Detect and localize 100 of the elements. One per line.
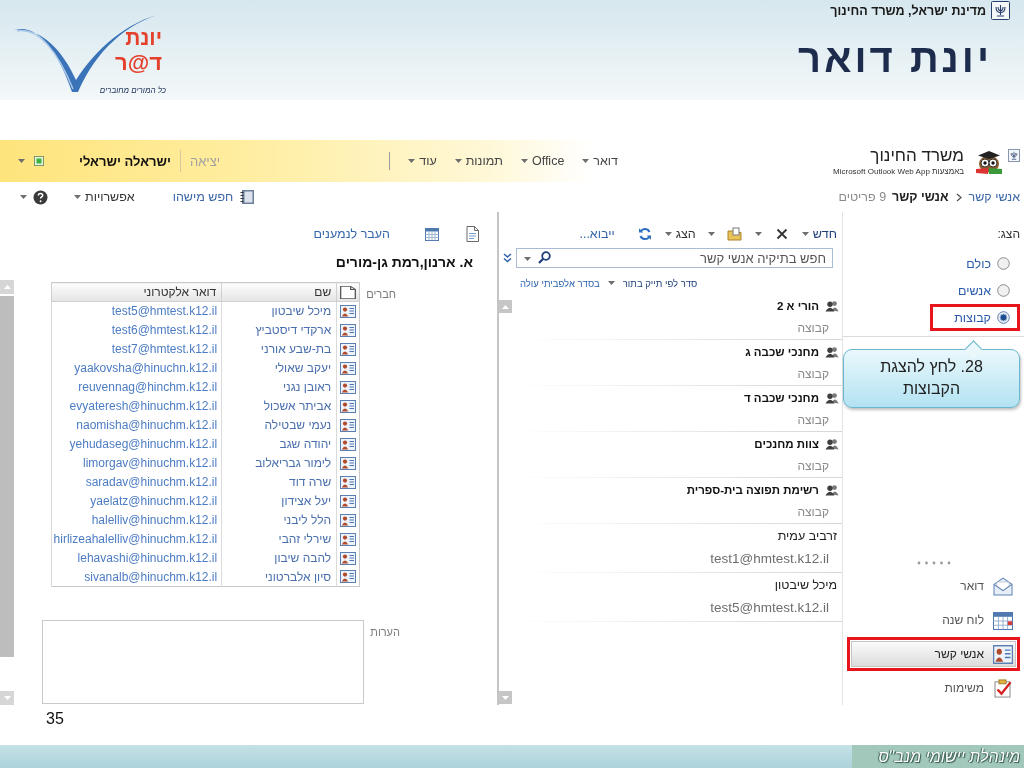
contact-email: test5@hmtest.k12.il — [710, 599, 829, 617]
emblem-icon — [1008, 148, 1020, 162]
search-field[interactable]: חפש בתיקיה אנשי קשר — [516, 248, 833, 268]
contact-card-icon — [993, 644, 1013, 664]
contact-card-icon — [340, 513, 357, 527]
double-chevron-icon — [503, 253, 512, 263]
member-email-link[interactable]: yaelatz@hinuchm.k12.il — [51, 491, 222, 511]
group-name[interactable]: צוות מחנכים — [754, 438, 819, 450]
radio-label[interactable]: כולם — [966, 256, 991, 271]
member-email-link[interactable]: yehudaseg@hinuchm.k12.il — [51, 434, 222, 454]
member-email-link[interactable]: test6@hmtest.k12.il — [51, 320, 222, 340]
member-name-link[interactable]: שרה דוד — [221, 472, 337, 492]
radio-label[interactable]: קבוצות — [954, 310, 991, 325]
contact-card-icon — [340, 456, 357, 470]
emblem-icon — [991, 1, 1010, 20]
status-icon — [34, 156, 44, 166]
module-button[interactable]: אנשי קשר — [851, 641, 1016, 667]
scrollbar-thumb[interactable] — [0, 296, 14, 657]
help-menu-button[interactable] — [20, 189, 48, 205]
member-name-link[interactable]: ארקדי דיסטביץ — [221, 320, 337, 340]
member-email-link[interactable]: test5@hmtest.k12.il — [51, 301, 222, 321]
group-name[interactable]: רשימת תפוצה בית-ספרית — [686, 484, 819, 496]
member-name-link[interactable]: מיכל שיבטון — [221, 301, 337, 321]
member-name-link[interactable]: אביתר אשכול — [221, 396, 337, 416]
member-name-link[interactable]: נעמי שבטילה — [221, 415, 337, 435]
document-button[interactable] — [464, 226, 480, 242]
member-email-link[interactable]: halelliv@hinuchm.k12.il — [51, 510, 222, 530]
group-name[interactable]: מחנכי שכבה ג — [745, 346, 819, 358]
view-button[interactable]: הצג — [664, 227, 696, 241]
contact-name[interactable]: זרביב עמית — [777, 529, 837, 543]
product-name: באמצעות Microsoft Outlook Web App — [833, 166, 964, 177]
search-icon — [538, 251, 551, 264]
delete-menu-button[interactable] — [754, 232, 762, 236]
member-name-link[interactable]: בת-שבע אורני — [221, 339, 337, 359]
column-header[interactable]: דואר אלקטרוני — [51, 282, 222, 302]
radio-button[interactable] — [997, 257, 1010, 270]
member-email-link[interactable]: evyateresh@hinuchm.k12.il — [51, 396, 222, 416]
send-to-recipients-link[interactable]: העבר לנמענים — [313, 227, 390, 241]
radio-button[interactable] — [997, 311, 1010, 324]
options-menu[interactable]: אפשרויות — [74, 190, 135, 204]
nav-menu[interactable]: Office — [520, 154, 565, 168]
sort-order-button[interactable]: בסדר אלפביתי עולה — [520, 277, 600, 289]
import-button[interactable]: ייבוא... — [579, 227, 615, 241]
breadcrumb-link[interactable]: אנשי קשר — [968, 190, 1020, 204]
module-button[interactable]: דואר — [851, 573, 1016, 599]
member-email-link[interactable]: sivanalb@hinuchm.k12.il — [51, 567, 222, 587]
member-name-link[interactable]: לימור גבריאלוב — [221, 453, 337, 473]
module-button[interactable]: לוח שנה — [851, 607, 1016, 633]
member-email-link[interactable]: saradav@hinuchm.k12.il — [51, 472, 222, 492]
member-name-link[interactable]: יעקב שאולי — [221, 358, 337, 378]
group-name[interactable]: מחנכי שכבה ד — [743, 392, 819, 404]
member-email-link[interactable]: test7@hmtest.k12.il — [51, 339, 222, 359]
close-icon — [775, 228, 788, 240]
caret-icon — [408, 159, 416, 163]
member-email-link[interactable]: naomisha@hinuchm.k12.il — [51, 415, 222, 435]
member-email-link[interactable]: reuvennag@hinchm.k12.il — [51, 377, 222, 397]
radio-label[interactable]: אנשים — [957, 283, 991, 298]
document-icon — [464, 226, 480, 242]
notes-field[interactable] — [42, 620, 365, 704]
checklist-icon — [993, 678, 1013, 698]
calendar-icon — [993, 610, 1013, 630]
refresh-button[interactable] — [636, 226, 653, 242]
member-name-link[interactable]: ראובן נגני — [221, 377, 337, 397]
member-name-link[interactable]: סיון אלברטוני — [221, 567, 337, 587]
member-name-link[interactable]: הלל ליבני — [221, 510, 337, 530]
group-name[interactable]: הורי א 2 — [777, 300, 819, 312]
move-menu-button[interactable] — [707, 232, 715, 236]
radio-button[interactable] — [997, 284, 1010, 297]
nav-menu[interactable]: עוד — [408, 154, 437, 168]
member-name-link[interactable]: יעל אצידון — [221, 491, 337, 511]
caret-icon — [18, 159, 25, 163]
member-email-link[interactable]: hirlizeahalelliv@hinuchm.k12.il — [51, 529, 222, 549]
caret-icon — [801, 232, 809, 236]
nav-menu[interactable]: תמונות — [454, 154, 503, 168]
calendar-button[interactable] — [424, 226, 440, 242]
member-email-link[interactable]: yaakovsha@hinuchn.k12.il — [51, 358, 222, 378]
nav-menu[interactable]: דואר — [582, 154, 619, 168]
help-icon — [33, 189, 48, 205]
member-name-link[interactable]: יהודה שגב — [221, 434, 337, 454]
find-someone-link[interactable]: חפש מישהו — [172, 189, 256, 205]
group-icon — [825, 346, 839, 358]
member-name-link[interactable]: שירלי זהבי — [221, 529, 337, 549]
logo-tagline: כל המורים מחוברים — [99, 86, 166, 95]
sort-by-menu[interactable]: סדר לפי תייק בתור — [622, 277, 698, 289]
logo-text: יונת — [125, 27, 162, 49]
member-email-link[interactable]: limorgav@hinuchm.k12.il — [51, 453, 222, 473]
contact-name[interactable]: מיכל שיבטון — [774, 578, 837, 592]
down-arrow-icon — [3, 696, 11, 700]
footer-brand: מינהלת יישומי מנב"ס — [852, 745, 1024, 768]
notes-label: הערות — [370, 626, 400, 638]
member-email-link[interactable]: lehavashi@hinuchm.k12.il — [51, 548, 222, 568]
member-name-link[interactable]: להבה שיבון — [221, 548, 337, 568]
expand-button[interactable] — [503, 253, 512, 263]
status-menu-button[interactable] — [18, 159, 25, 163]
module-button[interactable]: משימות — [851, 675, 1016, 701]
column-header[interactable]: שם — [221, 282, 337, 302]
move-button[interactable] — [726, 226, 743, 242]
chevron-icon — [955, 192, 962, 202]
members-label: חברים — [366, 288, 396, 300]
new-button[interactable]: חדש — [801, 227, 837, 241]
